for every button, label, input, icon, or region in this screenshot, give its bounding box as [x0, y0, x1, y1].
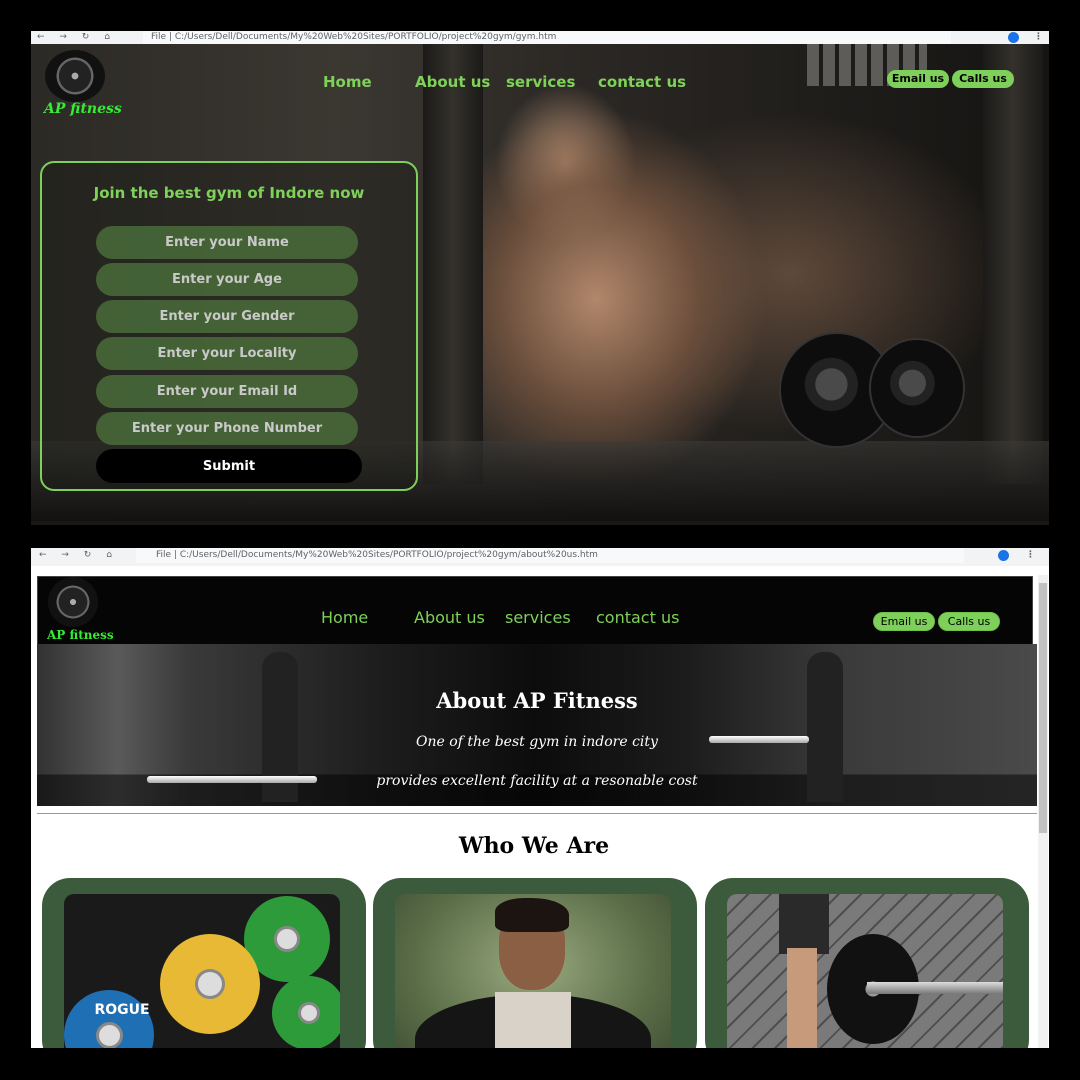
card-weight-plates[interactable]: ROGUE: [42, 878, 366, 1048]
email-us-button[interactable]: Email us: [873, 612, 935, 631]
menu-dots-icon[interactable]: ⋮: [1026, 548, 1035, 562]
name-input[interactable]: [96, 226, 358, 259]
locality-input[interactable]: [96, 337, 358, 370]
home-page-screenshot: ← → ↻ ⌂ File | C:/Users/Dell/Documents/M…: [31, 31, 1049, 525]
banner-line-1: One of the best gym in indore city: [416, 734, 658, 750]
nav-home[interactable]: Home: [321, 608, 368, 627]
nav-contact-us[interactable]: contact us: [596, 608, 679, 627]
calls-us-button[interactable]: Calls us: [952, 70, 1014, 88]
menu-dots-icon[interactable]: ⋮: [1034, 31, 1043, 44]
gender-input[interactable]: [96, 300, 358, 333]
green-plate: [272, 976, 340, 1048]
hero-background: AP fitness Home About us services contac…: [31, 44, 1049, 521]
browser-toolbar: ← → ↻ ⌂ File | C:/Users/Dell/Documents/M…: [31, 31, 1049, 45]
nav-about-us[interactable]: About us: [415, 73, 490, 91]
trainer-shirt: [495, 992, 571, 1048]
dumbbell-plate-logo[interactable]: [45, 50, 105, 102]
age-input[interactable]: [96, 263, 358, 296]
nav-contact-us[interactable]: contact us: [598, 73, 686, 91]
trainer-image: [395, 894, 671, 1048]
about-banner: About AP Fitness One of the best gym in …: [37, 644, 1037, 806]
address-bar[interactable]: File | C:/Users/Dell/Documents/My%20Web%…: [143, 31, 951, 44]
barbell-bar: [867, 982, 1003, 994]
calls-us-button[interactable]: Calls us: [938, 612, 1000, 631]
address-bar[interactable]: File | C:/Users/Dell/Documents/My%20Web%…: [136, 548, 964, 563]
nav-home[interactable]: Home: [323, 73, 372, 91]
site-header: AP fitness Home About us services contac…: [37, 576, 1033, 645]
join-form: Join the best gym of Indore now Submit: [40, 161, 418, 491]
brand-name[interactable]: AP fitness: [44, 101, 122, 117]
athlete-leg: [787, 948, 817, 1048]
profile-avatar[interactable]: [998, 550, 1009, 561]
athlete-shorts: [779, 894, 829, 954]
trainer-hair: [495, 898, 569, 932]
dumbbell-plate-logo[interactable]: [48, 577, 98, 627]
form-title: Join the best gym of Indore now: [93, 184, 365, 202]
plate-brand-label: ROGUE: [94, 1002, 150, 1018]
dumbbell-image: [779, 324, 969, 454]
browser-nav-icons[interactable]: ← → ↻ ⌂: [37, 31, 116, 44]
banner-title: About AP Fitness: [436, 688, 638, 713]
nav-services[interactable]: services: [505, 608, 571, 627]
card-trainer[interactable]: [373, 878, 697, 1048]
about-page-screenshot: ← → ↻ ⌂ File | C:/Users/Dell/Documents/M…: [31, 548, 1049, 1048]
section-title: Who We Are: [458, 833, 610, 859]
brand-name[interactable]: AP fitness: [47, 628, 114, 642]
lifting-image: [727, 894, 1003, 1048]
nav-services[interactable]: services: [506, 73, 575, 91]
dumbbell-plate: [869, 338, 965, 438]
page-scrollbar[interactable]: [1038, 575, 1048, 1048]
scrollbar-thumb[interactable]: [1039, 583, 1047, 833]
background-pillar: [983, 44, 1043, 484]
banner-line-2: provides excellent facility at a resonab…: [376, 773, 698, 789]
divider: [37, 813, 1037, 814]
phone-input[interactable]: [96, 412, 358, 445]
email-input[interactable]: [96, 375, 358, 408]
card-lifting[interactable]: [705, 878, 1029, 1048]
nav-about-us[interactable]: About us: [414, 608, 485, 627]
browser-toolbar: ← → ↻ ⌂ File | C:/Users/Dell/Documents/M…: [31, 548, 1049, 566]
weight-plates-image: ROGUE: [64, 894, 340, 1048]
background-pillar: [423, 44, 483, 484]
email-us-button[interactable]: Email us: [887, 70, 949, 88]
blue-plate: [64, 990, 154, 1048]
profile-avatar[interactable]: [1008, 32, 1019, 43]
submit-button[interactable]: Submit: [96, 449, 362, 483]
browser-nav-icons[interactable]: ← → ↻ ⌂: [39, 548, 118, 562]
yellow-plate: [160, 934, 260, 1034]
